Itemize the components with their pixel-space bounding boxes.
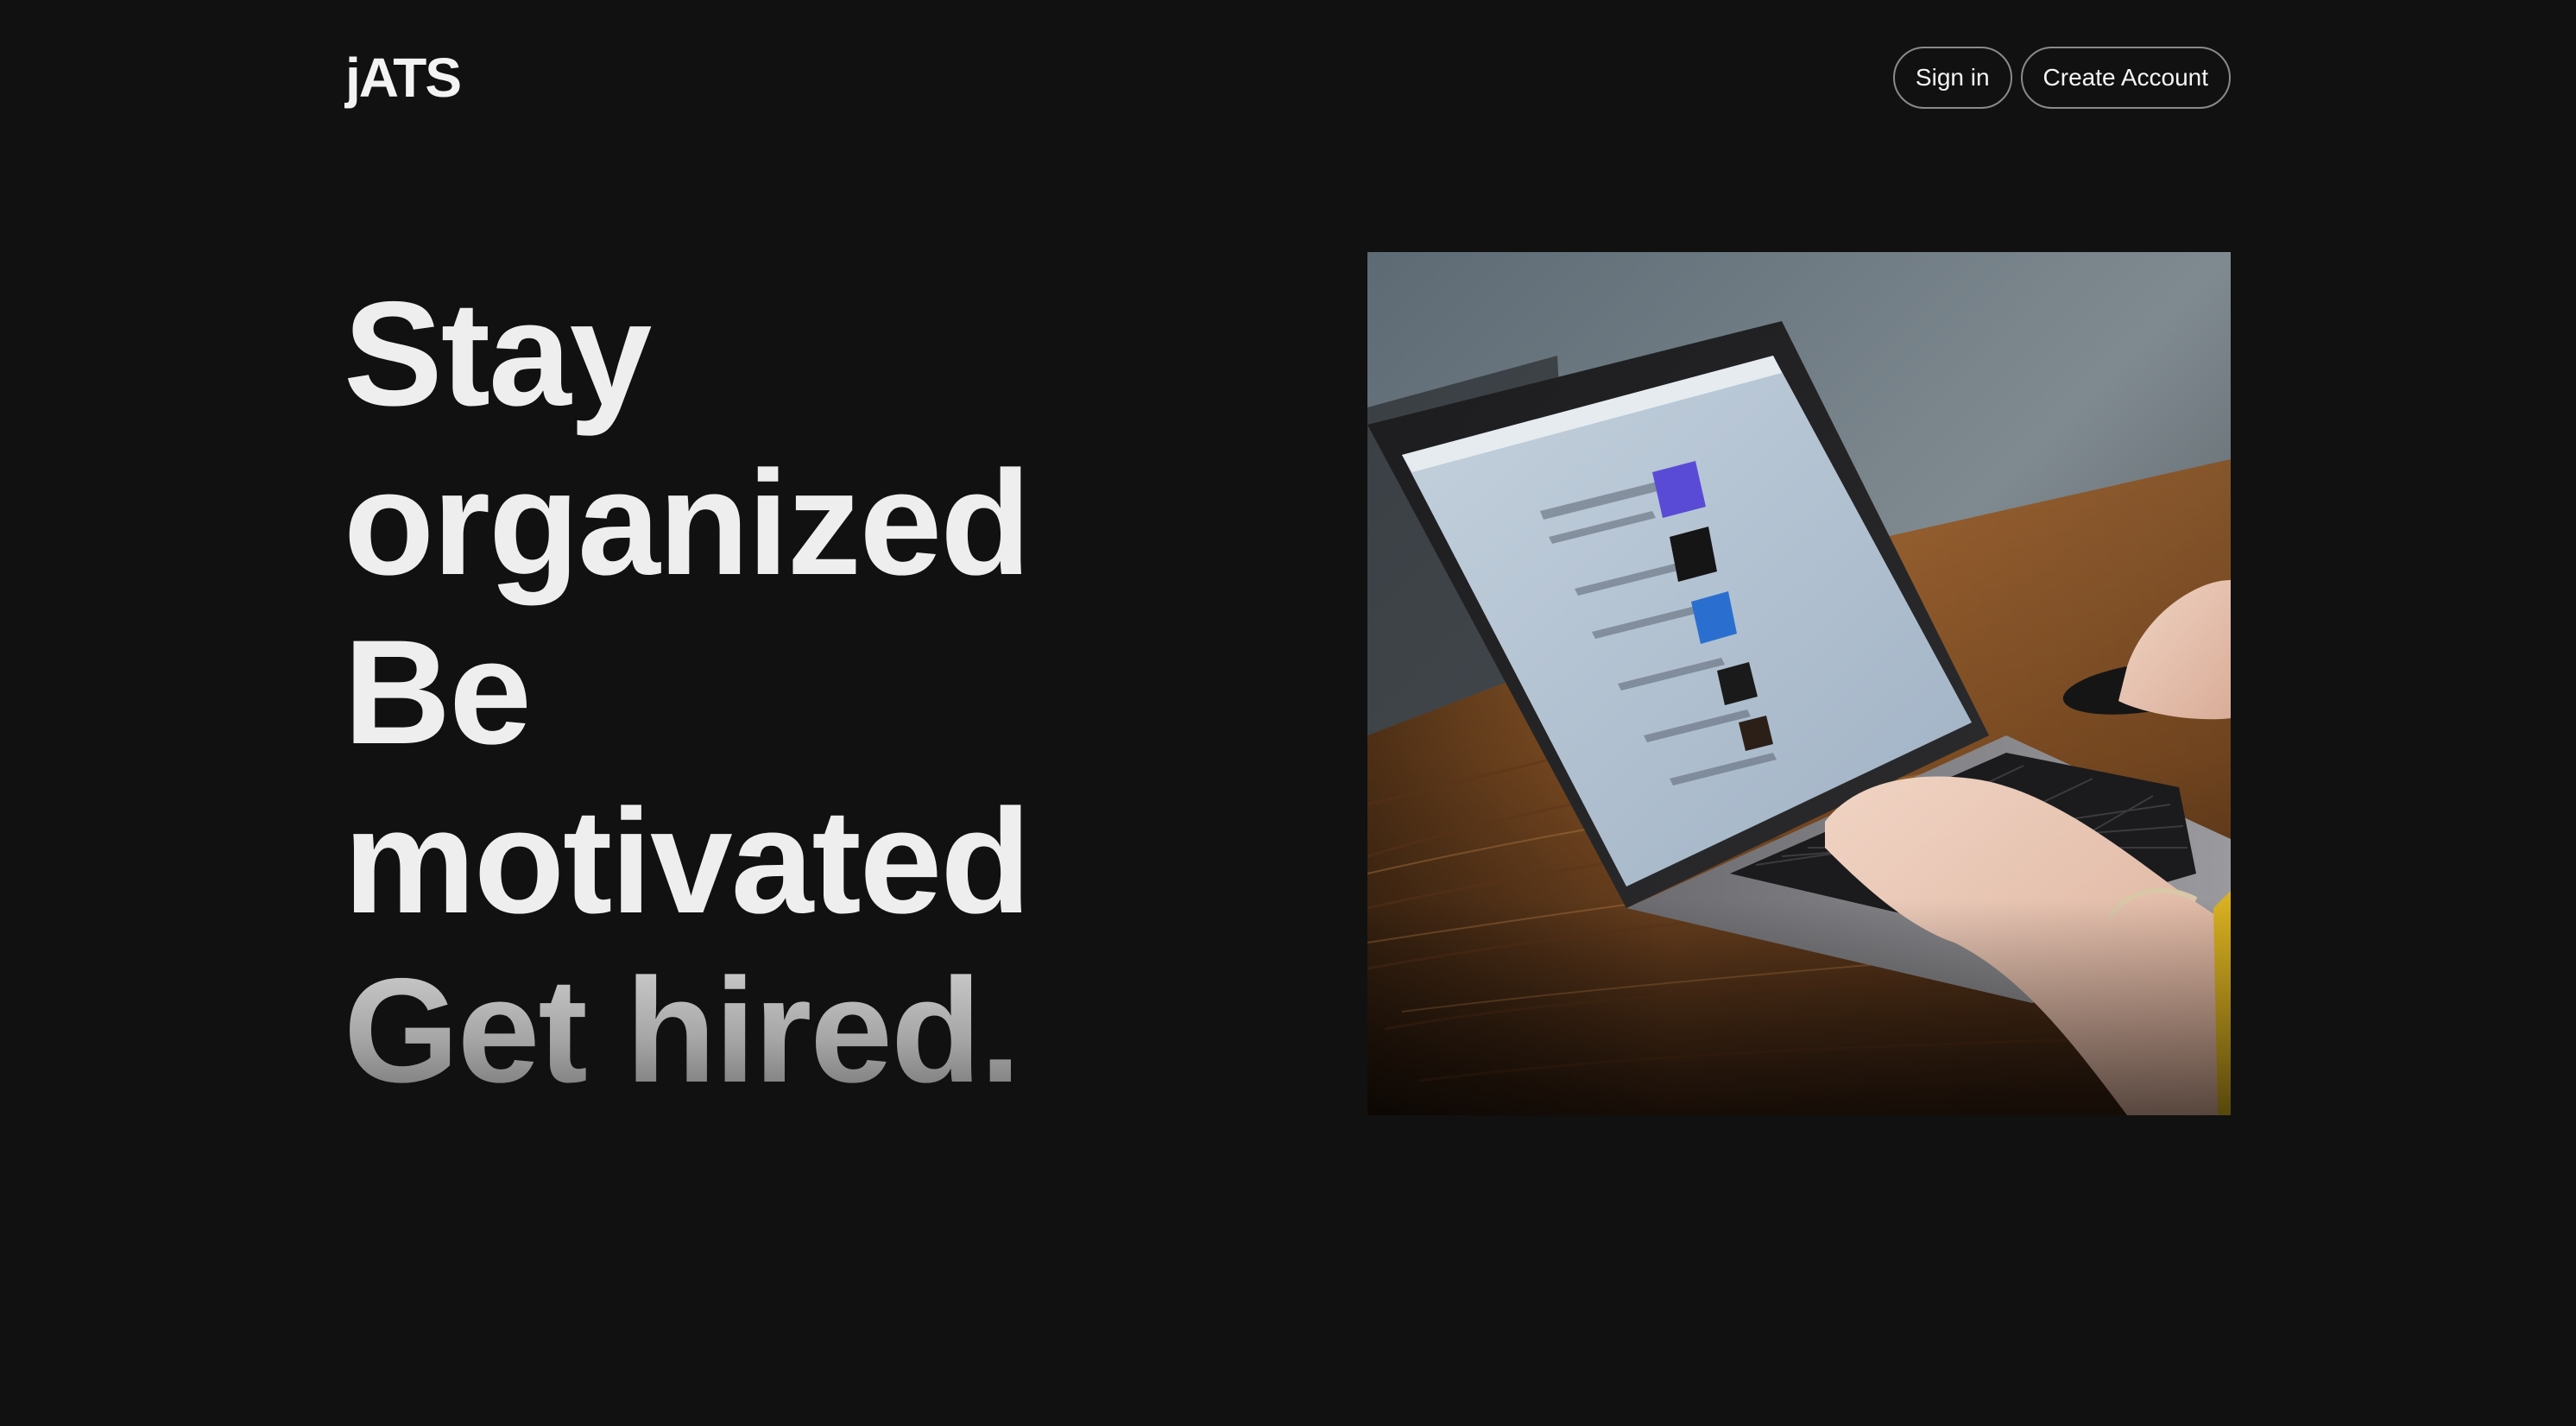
hero-line-motivated: motivated — [344, 779, 1031, 944]
header-nav: Sign in Create Account — [1892, 47, 2231, 109]
hero-line-stay: Stay — [344, 271, 652, 437]
hero-line-be: Be — [344, 609, 532, 775]
hero-headline: Stay organized Be motivated Get hired. — [344, 269, 1207, 1115]
hero-line-organized: organized — [344, 440, 1031, 606]
laptop-photo-illustration — [1367, 252, 2231, 1115]
sign-in-button[interactable]: Sign in — [1892, 47, 2012, 109]
create-account-button[interactable]: Create Account — [2020, 47, 2231, 109]
hero-line-get-hired: Get hired. — [344, 946, 1207, 1115]
hero-photo — [1367, 252, 2231, 1115]
site-header: jATS Sign in Create Account — [345, 45, 2231, 110]
logo[interactable]: jATS — [345, 50, 462, 105]
